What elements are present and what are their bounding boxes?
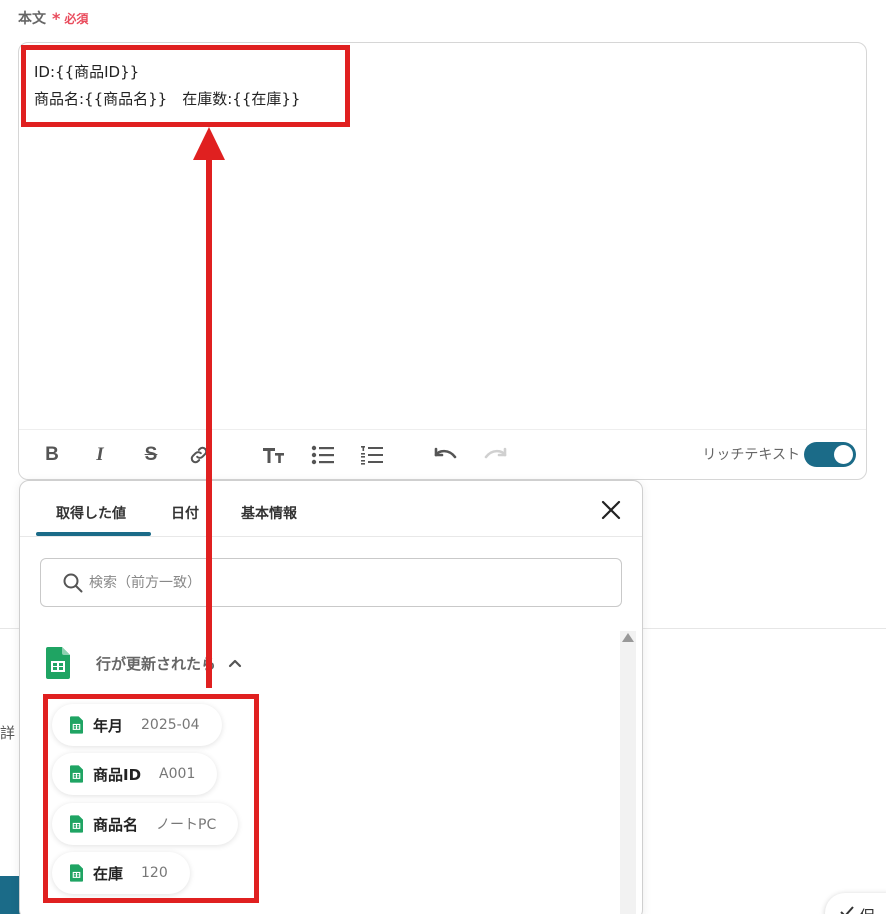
search-box[interactable] bbox=[40, 558, 622, 607]
google-sheets-icon bbox=[70, 864, 83, 882]
section-title: 行が更新されたら bbox=[96, 654, 217, 673]
value-picker-popup: 取得した値 日付 基本情報 行が更新されたら 年月 2025-04 商品ID A… bbox=[19, 480, 643, 914]
value-chip-stock[interactable]: 在庫 120 bbox=[52, 852, 190, 894]
close-icon bbox=[601, 500, 621, 520]
save-label: 保 bbox=[859, 903, 875, 914]
google-sheets-icon bbox=[46, 647, 70, 679]
bullet-list-button[interactable] bbox=[310, 442, 336, 468]
check-icon bbox=[840, 906, 854, 914]
search-input[interactable] bbox=[89, 574, 569, 591]
field-label-text: 本文 bbox=[18, 11, 46, 27]
chip-name: 商品名 bbox=[93, 815, 139, 834]
chip-value: A001 bbox=[159, 766, 196, 782]
editor-toolbar: B I S リッチテキスト bbox=[19, 429, 866, 479]
link-button[interactable] bbox=[186, 442, 212, 468]
popup-tabs: 取得した値 日付 基本情報 bbox=[20, 481, 642, 537]
required-star: * bbox=[52, 8, 61, 28]
link-icon bbox=[190, 446, 208, 464]
google-sheets-icon bbox=[70, 765, 83, 783]
required-text: 必須 bbox=[64, 11, 89, 26]
value-chip-year-month[interactable]: 年月 2025-04 bbox=[52, 704, 222, 746]
undo-button[interactable] bbox=[433, 442, 459, 468]
chip-name: 年月 bbox=[93, 716, 124, 735]
editor-line-2: 商品名:{{商品名}} 在庫数:{{在庫}} bbox=[34, 90, 301, 108]
chip-value: 120 bbox=[141, 865, 168, 881]
text-size-button[interactable] bbox=[261, 442, 287, 468]
editor-line-1: ID:{{商品ID}} bbox=[34, 63, 140, 81]
bold-button[interactable]: B bbox=[39, 442, 65, 468]
undo-icon bbox=[434, 447, 457, 459]
save-button[interactable]: 保 bbox=[825, 893, 886, 914]
editor-content[interactable]: ID:{{商品ID}} 商品名:{{商品名}} 在庫数:{{在庫}} bbox=[34, 59, 300, 113]
value-chip-product-name[interactable]: 商品名 ノートPC bbox=[52, 803, 239, 845]
search-icon bbox=[63, 573, 83, 592]
redo-button[interactable] bbox=[482, 442, 508, 468]
chip-value: 2025-04 bbox=[141, 717, 200, 733]
redo-icon bbox=[484, 447, 507, 459]
numbered-list-icon bbox=[361, 446, 383, 465]
strikethrough-button[interactable]: S bbox=[138, 442, 164, 468]
toggle-knob bbox=[834, 445, 853, 464]
chip-name: 商品ID bbox=[93, 765, 142, 784]
chip-name: 在庫 bbox=[93, 864, 124, 883]
section-header[interactable]: 行が更新されたら bbox=[46, 647, 242, 679]
text-size-icon bbox=[263, 448, 284, 463]
google-sheets-icon bbox=[70, 716, 83, 734]
italic-button[interactable]: I bbox=[87, 442, 113, 468]
chevron-up-icon bbox=[228, 659, 242, 668]
scrollbar[interactable] bbox=[620, 631, 636, 914]
background-partial-text: 詳 bbox=[0, 724, 16, 742]
rich-text-label: リッチテキスト bbox=[702, 447, 800, 463]
bold-icon: B bbox=[45, 444, 59, 465]
value-chip-product-id[interactable]: 商品ID A001 bbox=[52, 753, 218, 795]
scroll-up-arrow[interactable] bbox=[622, 633, 634, 642]
tab-basic-info[interactable]: 基本情報 bbox=[241, 503, 297, 523]
active-tab-indicator bbox=[36, 532, 151, 536]
italic-icon: I bbox=[96, 444, 104, 465]
background-button[interactable] bbox=[0, 876, 20, 914]
strikethrough-icon: S bbox=[144, 444, 158, 465]
rich-text-toggle[interactable] bbox=[804, 442, 856, 467]
body-editor[interactable]: ID:{{商品ID}} 商品名:{{商品名}} 在庫数:{{在庫}} B I S bbox=[18, 42, 867, 480]
numbered-list-button[interactable] bbox=[359, 442, 385, 468]
field-label: 本文 * 必須 bbox=[18, 8, 88, 28]
close-button[interactable] bbox=[600, 499, 622, 521]
chip-value: ノートPC bbox=[156, 817, 217, 833]
google-sheets-icon bbox=[70, 815, 83, 833]
bullet-list-icon bbox=[311, 445, 334, 465]
tab-fetched-values[interactable]: 取得した値 bbox=[56, 503, 126, 523]
tab-date[interactable]: 日付 bbox=[171, 503, 199, 523]
